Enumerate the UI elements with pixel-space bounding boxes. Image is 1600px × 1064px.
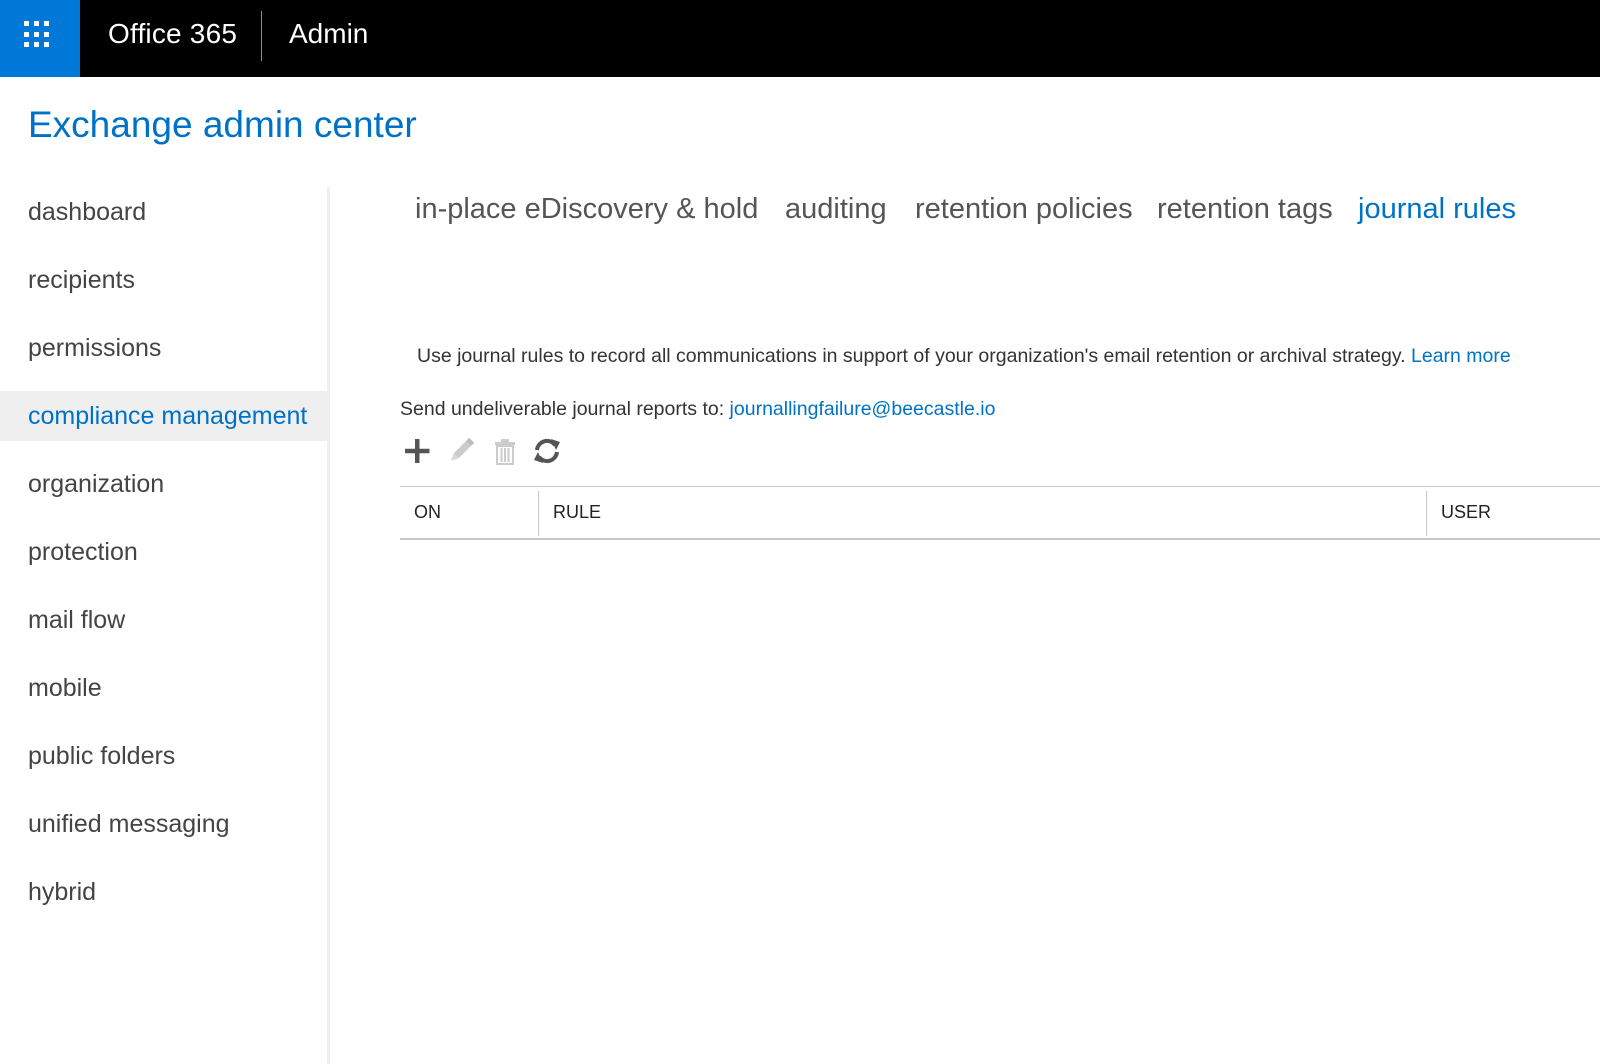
app-title[interactable]: Admin [289,18,368,50]
add-button[interactable] [400,433,434,469]
learn-more-link[interactable]: Learn more [1411,345,1511,367]
column-header-on[interactable]: ON [400,487,538,538]
topbar-divider [261,11,262,61]
sidebar-item-unified-messaging[interactable]: unified messaging [0,799,330,849]
sidebar-nav: dashboard recipients permissions complia… [0,187,330,1064]
sidebar-item-dashboard[interactable]: dashboard [0,187,330,237]
column-header-user[interactable]: USER [1427,487,1600,538]
tab-journal-rules[interactable]: journal rules [1358,193,1516,226]
description-text: Use journal rules to record all communic… [417,345,1406,367]
journal-rules-description: Use journal rules to record all communic… [417,345,1511,368]
page-title: Exchange admin center [28,104,417,145]
sidebar-item-mobile[interactable]: mobile [0,663,330,713]
sidebar-item-hybrid[interactable]: hybrid [0,867,330,917]
tab-retention-policies[interactable]: retention policies [915,193,1133,226]
column-header-rule[interactable]: RULE [539,487,1426,538]
add-icon [405,439,430,463]
tab-retention-tags[interactable]: retention tags [1157,193,1333,226]
journal-rules-table-header: ON RULE USER [400,486,1600,540]
rules-toolbar [400,433,570,469]
edit-button[interactable] [444,433,478,469]
undeliverable-reports-line: Send undeliverable journal reports to: j… [400,398,995,421]
send-label: Send undeliverable journal reports to: [400,398,725,420]
sidebar-item-permissions[interactable]: permissions [0,323,330,373]
sidebar-item-public-folders[interactable]: public folders [0,731,330,781]
sidebar-item-organization[interactable]: organization [0,459,330,509]
sidebar-item-protection[interactable]: protection [0,527,330,577]
tab-in-place-ediscovery-hold[interactable]: in-place eDiscovery & hold [415,193,758,226]
refresh-icon [534,438,560,464]
brand-title[interactable]: Office 365 [108,18,237,50]
journal-report-address-link[interactable]: journallingfailure@beecastle.io [730,398,996,420]
edit-icon [451,437,475,461]
delete-icon [495,439,515,465]
delete-button[interactable] [488,433,522,469]
sidebar-item-recipients[interactable]: recipients [0,255,330,305]
sidebar-item-compliance-management[interactable]: compliance management [0,391,330,441]
sidebar-item-mail-flow[interactable]: mail flow [0,595,330,645]
app-launcher-button[interactable] [0,0,80,77]
top-bar: Office 365 Admin [0,0,1600,77]
tab-auditing[interactable]: auditing [785,193,887,226]
refresh-button[interactable] [530,433,564,469]
waffle-icon [24,21,51,48]
